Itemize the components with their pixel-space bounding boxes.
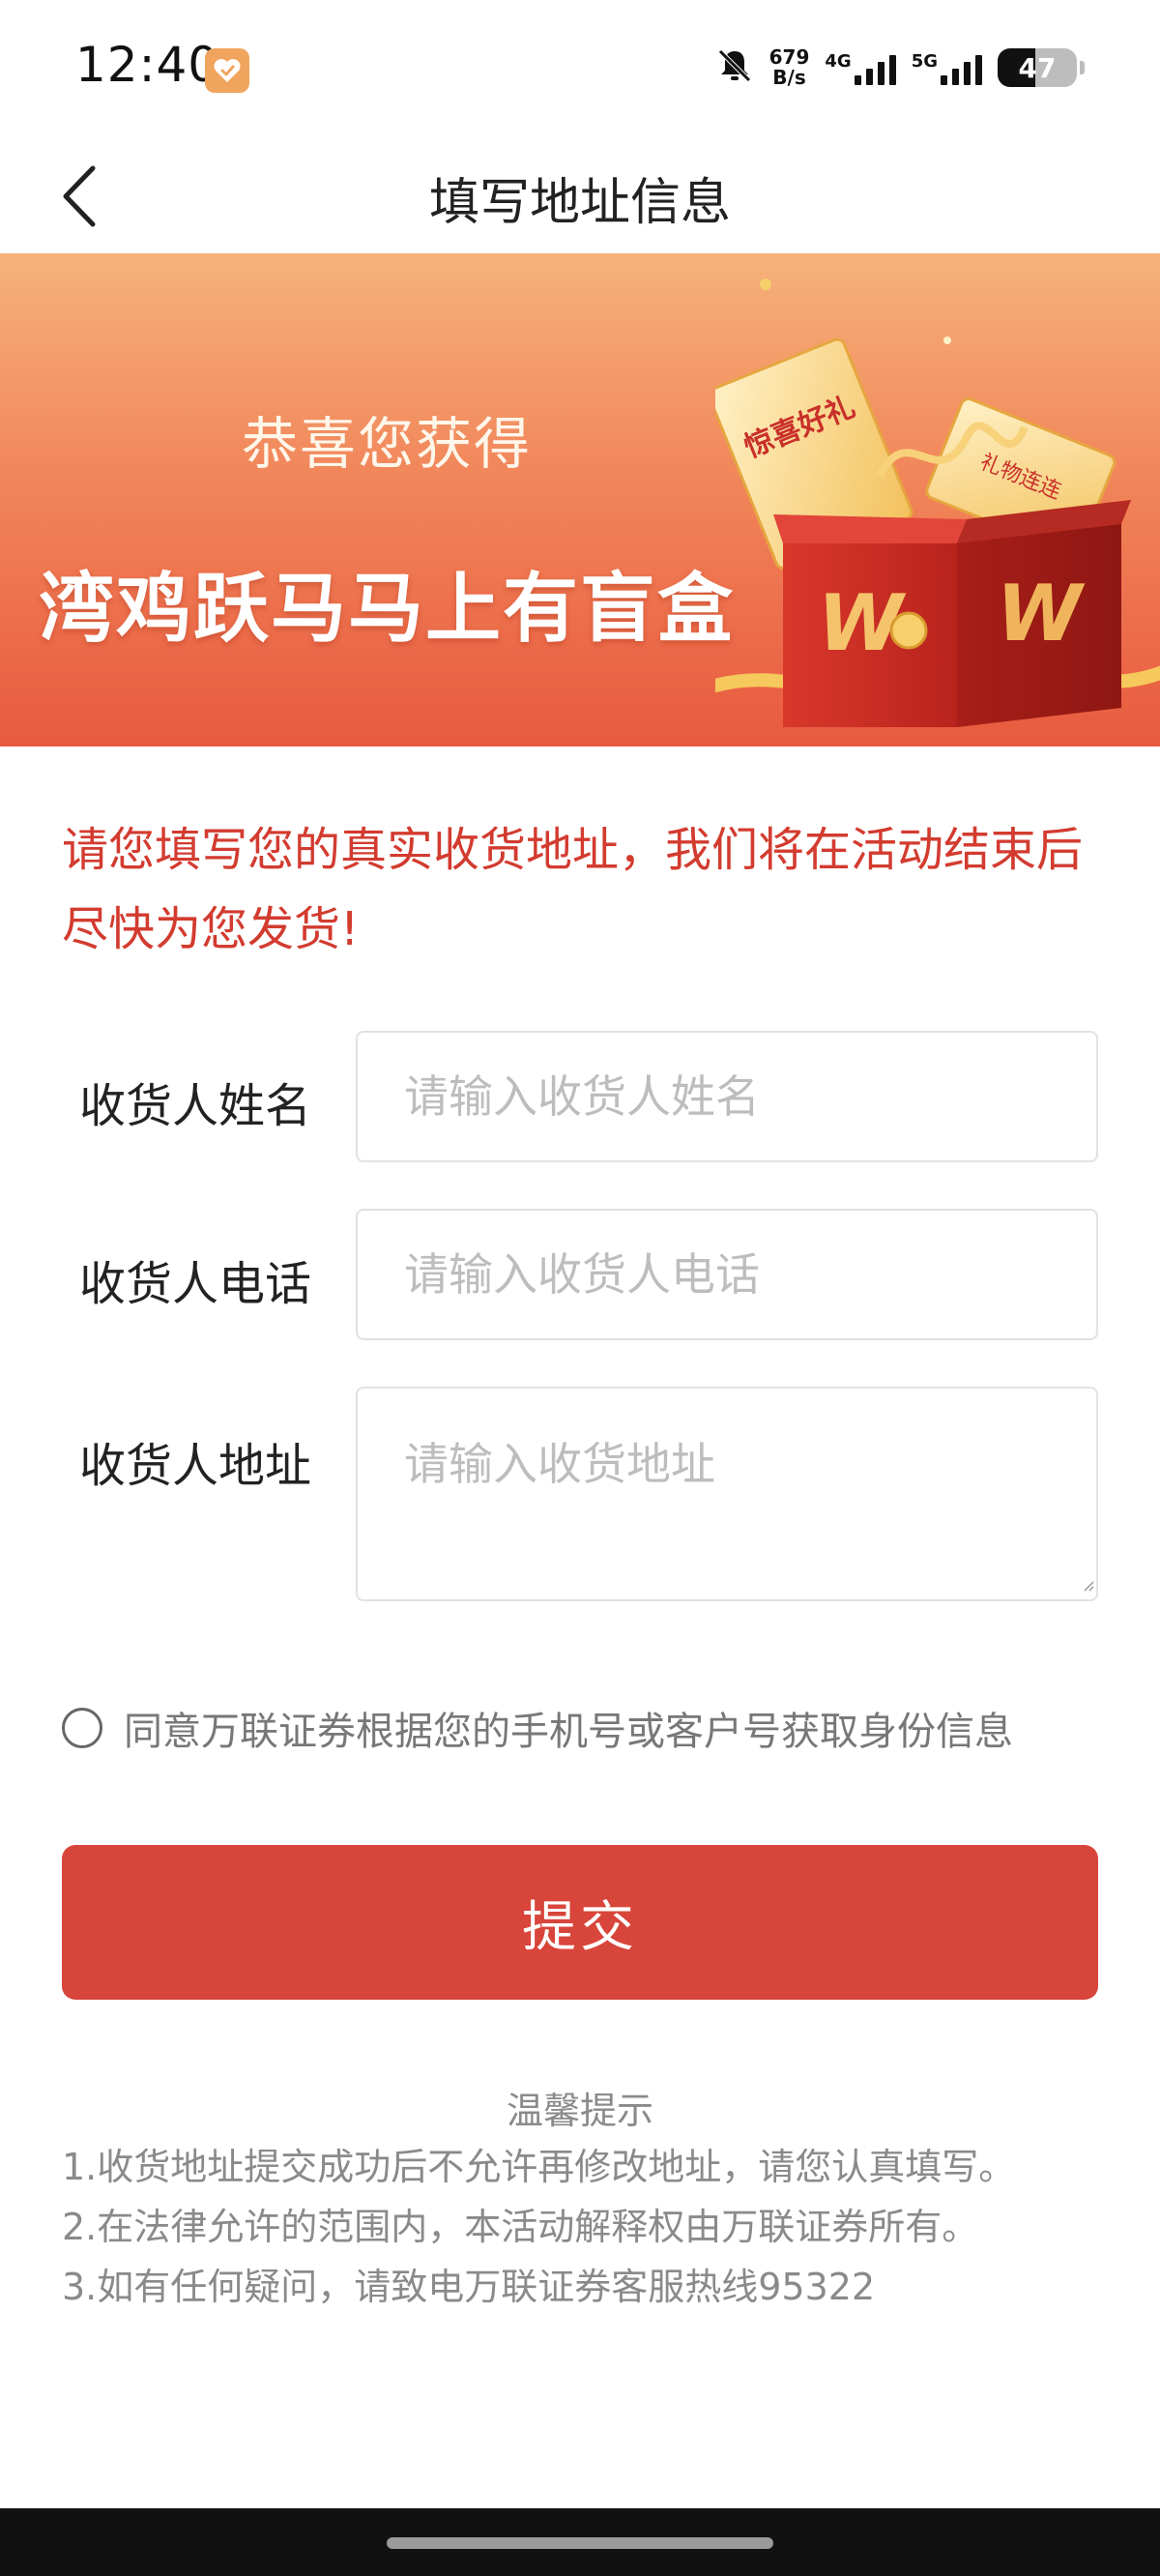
signal-4g: 4G <box>825 50 896 85</box>
tip-item: 2.在法律允许的范围内，本活动解释权由万联证券所有。 <box>62 2206 979 2248</box>
system-navigation-bar <box>0 2508 1160 2576</box>
status-indicators: 679 B/s 4G 5G 47 <box>715 43 1085 93</box>
form-row-phone: 收货人电话 <box>0 1209 1160 1340</box>
battery-level: 47 <box>1018 51 1057 84</box>
tip-item: 3.如有任何疑问，请致电万联证券客服热线95322 <box>62 2266 876 2308</box>
gift-box-illustration: 礼物连连 惊喜好礼 W W <box>715 278 1160 727</box>
resize-grip-icon[interactable] <box>1083 1580 1094 1592</box>
svg-text:W: W <box>997 569 1086 659</box>
back-button[interactable] <box>41 153 118 240</box>
gold-coin <box>889 611 928 650</box>
network-speed: 679 B/s <box>769 47 810 88</box>
name-label: 收货人姓名 <box>79 1079 312 1133</box>
tip-item: 1.收货地址提交成功后不允许再修改地址，请您认真填写。 <box>62 2146 1016 2188</box>
submit-button[interactable]: 提交 <box>62 1845 1098 2000</box>
agreement-text: 同意万联证券根据您的手机号或客户号获取身份信息 <box>124 1710 1013 1754</box>
status-bar: 12:40 679 B/s 4G 5G 47 <box>0 0 1160 141</box>
page-title: 填写地址信息 <box>428 173 731 232</box>
sparkle <box>760 278 771 290</box>
battery-indicator: 47 <box>998 48 1085 87</box>
chevron-left-icon <box>63 165 96 227</box>
status-time: 12:40 <box>75 37 220 93</box>
header: 填写地址信息 <box>0 141 1160 253</box>
tips-title: 温馨提示 <box>506 2090 653 2132</box>
banner-title: 湾鸡跃马马上有盲盒 <box>39 566 736 653</box>
box-lid <box>773 514 967 543</box>
address-label: 收货人地址 <box>79 1439 312 1493</box>
radio-circle-icon[interactable] <box>62 1708 102 1748</box>
phone-input[interactable] <box>356 1209 1098 1340</box>
tips-list: 1.收货地址提交成功后不允许再修改地址，请您认真填写。 2.在法律允许的范围内，… <box>62 2137 1125 2317</box>
agreement-checkbox[interactable]: 同意万联证券根据您的手机号或客户号获取身份信息 <box>62 1700 1013 1756</box>
network-type-4g: 4G <box>825 51 852 72</box>
mute-bell-icon <box>715 46 754 89</box>
network-speed-value: 679 <box>768 45 810 69</box>
signal-5g: 5G <box>912 50 982 85</box>
form-row-address: 收货人地址 <box>0 1387 1160 1601</box>
network-type-5g: 5G <box>911 51 938 72</box>
phone-label: 收货人电话 <box>79 1257 312 1311</box>
signal-bars-icon <box>854 50 896 85</box>
app-heart-icon <box>205 48 249 93</box>
address-input[interactable] <box>356 1387 1098 1601</box>
notice-text: 请您填写您的真实收货地址，我们将在活动结束后尽快为您发货! <box>62 823 1084 956</box>
signal-bars-icon <box>941 50 982 85</box>
network-speed-unit: B/s <box>772 66 806 89</box>
home-indicator[interactable] <box>387 2537 773 2549</box>
name-input[interactable] <box>356 1031 1098 1162</box>
battery-icon: 47 <box>998 48 1077 87</box>
promo-banner: 恭喜您获得 湾鸡跃马马上有盲盒 礼物连连 惊喜好礼 W W <box>0 253 1160 746</box>
battery-tip <box>1080 61 1085 74</box>
banner-subtitle: 恭喜您获得 <box>241 411 532 477</box>
form-row-name: 收货人姓名 <box>0 1031 1160 1162</box>
